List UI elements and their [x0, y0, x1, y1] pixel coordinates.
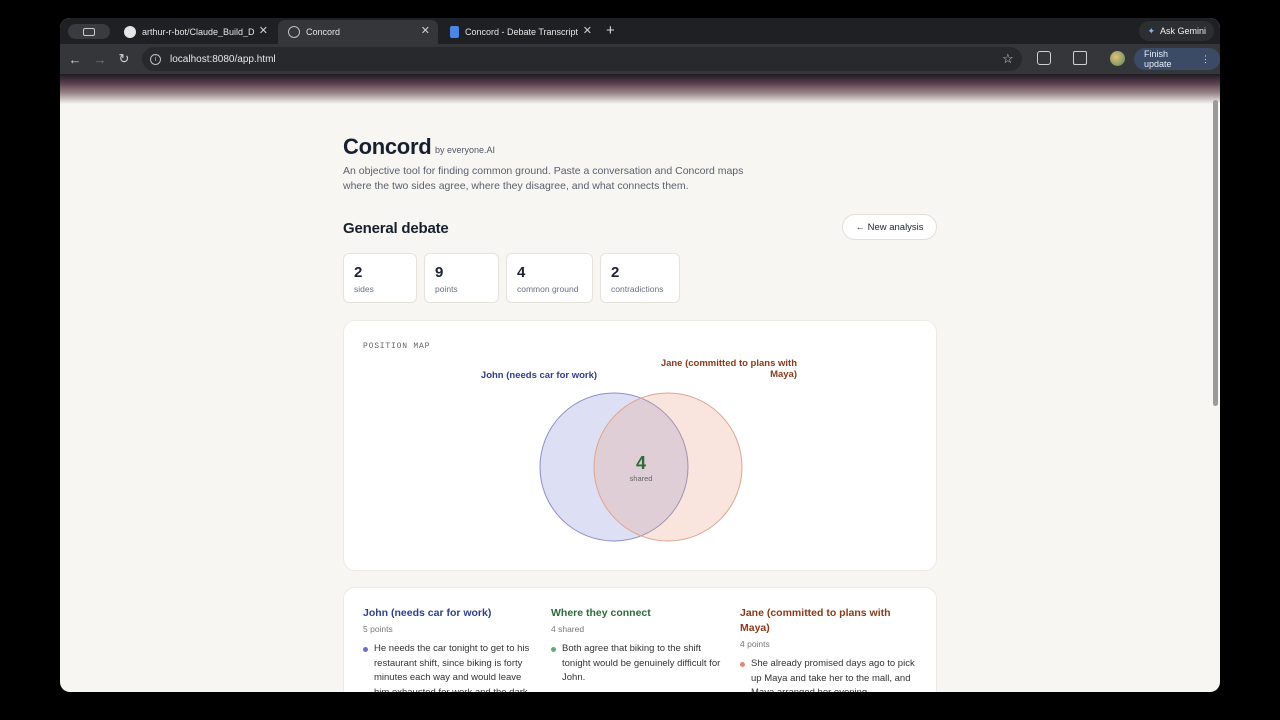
more-menu-icon: ⋮ — [1201, 53, 1210, 64]
browser-window: arthur-r-bot/Claude_Build_D ✕ Concord ✕ … — [60, 18, 1220, 692]
finish-update-button[interactable]: Finish update ⋮ — [1134, 48, 1220, 70]
bullet-dot — [740, 662, 745, 667]
close-tab-icon[interactable]: ✕ — [259, 24, 268, 37]
app-title: Concord — [343, 134, 432, 159]
list-item: He needs the car tonight to get to his r… — [363, 642, 539, 692]
analysis-title: General debate — [343, 220, 449, 237]
column-jane: Jane (committed to plans with Maya) 4 po… — [740, 606, 918, 692]
cast-icon[interactable] — [1073, 51, 1087, 65]
tab-bar: arthur-r-bot/Claude_Build_D ✕ Concord ✕ … — [60, 18, 1220, 44]
forward-button[interactable]: → — [90, 49, 110, 69]
list-item: She already promised days ago to pick up… — [740, 657, 918, 692]
close-tab-icon[interactable]: ✕ — [421, 24, 430, 37]
extensions-icon[interactable] — [1037, 51, 1051, 65]
breakdown-card: John (needs car for work) 5 points He ne… — [343, 587, 937, 692]
app-page: Concord by everyone.AI An objective tool… — [60, 100, 1220, 692]
site-info-icon[interactable]: i — [150, 53, 161, 65]
reload-button[interactable]: ↻ — [114, 49, 134, 69]
profile-avatar[interactable] — [1110, 51, 1125, 66]
column-shared: Where they connect 4 shared Both agree t… — [551, 606, 723, 686]
column-count: 5 points — [363, 624, 393, 634]
position-map-card: POSITION MAP John (needs car for work) J… — [343, 320, 937, 571]
app-description: An objective tool for finding common gro… — [343, 165, 744, 192]
url-text: localhost:8080/app.html — [170, 53, 276, 65]
bullet-dot — [363, 647, 368, 652]
address-bar[interactable]: i localhost:8080/app.html — [142, 47, 1022, 71]
new-tab-button[interactable]: + — [606, 22, 615, 39]
docs-icon — [450, 26, 459, 38]
column-count: 4 points — [740, 639, 770, 649]
stat-contradictions: 2 contradictions — [600, 253, 680, 303]
globe-icon — [288, 26, 300, 38]
column-title: Where they connect — [551, 607, 651, 619]
new-analysis-button[interactable]: ← New analysis — [842, 214, 937, 240]
john-label: John (needs car for work) — [481, 370, 597, 381]
column-title: John (needs car for work) — [363, 607, 492, 619]
tab-concord[interactable]: Concord ✕ — [278, 20, 438, 44]
stat-sides: 2 sides — [343, 253, 417, 303]
jane-label-line2: Maya) — [770, 369, 797, 380]
app-byline: by everyone.AI — [435, 145, 496, 155]
stat-common-ground: 4 common ground — [506, 253, 593, 303]
shared-label: shared — [630, 474, 653, 483]
browser-toolbar: ← → ↻ i localhost:8080/app.html ☆ Finish… — [60, 44, 1220, 74]
column-count: 4 shared — [551, 624, 585, 634]
page-scrollbar[interactable] — [1213, 100, 1218, 406]
jane-circle[interactable] — [593, 392, 743, 542]
close-tab-icon[interactable]: ✕ — [583, 24, 592, 37]
tab-transcript[interactable]: Concord - Debate Transcript ✕ — [440, 20, 600, 44]
github-icon — [124, 26, 136, 38]
column-title: Jane (committed to plans with Maya) — [740, 607, 891, 634]
tab-github[interactable]: arthur-r-bot/Claude_Build_D ✕ — [114, 20, 276, 44]
stat-points: 9 points — [424, 253, 499, 303]
back-button[interactable]: ← — [65, 49, 85, 69]
bullet-dot — [551, 647, 556, 652]
tab-search-button[interactable] — [68, 24, 110, 39]
shared-count: 4 — [636, 453, 646, 473]
ask-gemini-button[interactable]: ✦ Ask Gemini — [1139, 21, 1214, 41]
venn-diagram: John (needs car for work) Jane (committe… — [481, 358, 797, 542]
bookmark-star-icon[interactable]: ☆ — [1002, 51, 1014, 67]
gemini-icon: ✦ — [1147, 25, 1155, 36]
jane-label-line1: Jane (committed to plans with — [661, 358, 797, 369]
list-item: Both agree that biking to the shift toni… — [551, 642, 723, 686]
column-john: John (needs car for work) 5 points He ne… — [363, 606, 539, 692]
tab-list-icon — [83, 27, 95, 36]
